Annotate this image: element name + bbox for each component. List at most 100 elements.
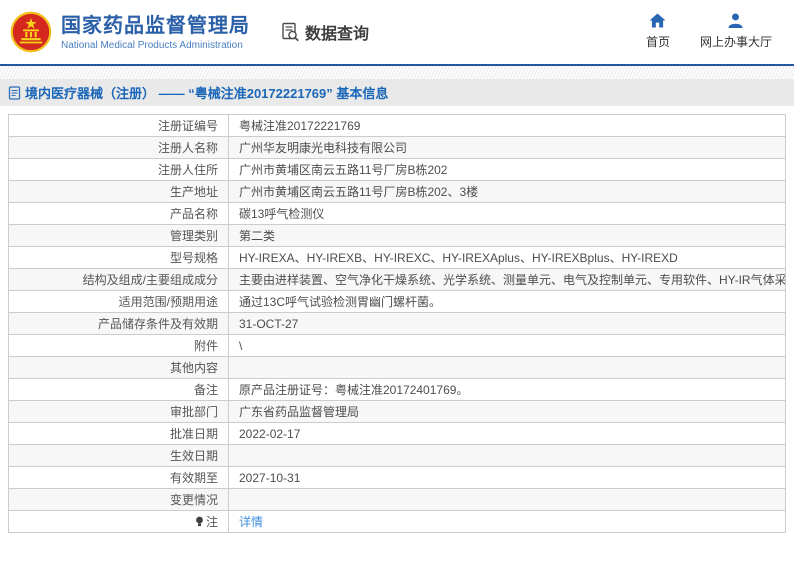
row-label-text: 生效日期 xyxy=(169,449,218,463)
row-label-text: 生产地址 xyxy=(169,185,218,199)
row-value: 详情 xyxy=(228,510,786,533)
row-value-text: HY-IREXA、HY-IREXB、HY-IREXC、HY-IREXAplus、… xyxy=(239,251,678,265)
data-query-label: 数据查询 xyxy=(305,26,370,43)
table-row: 备注 原产品注册证号：粤械注准20172401769。 xyxy=(8,378,786,401)
row-value: HY-IREXA、HY-IREXB、HY-IREXC、HY-IREXAplus、… xyxy=(228,246,786,269)
row-label-text: 注册人住所 xyxy=(157,163,218,177)
row-value: 通过13C呼气试验检测胃幽门螺杆菌。 xyxy=(228,290,786,313)
table-row: 变更情况 xyxy=(8,488,786,511)
row-label: 适用范围/预期用途 xyxy=(8,290,229,313)
row-label-text: 批准日期 xyxy=(169,427,218,441)
row-label-text: 其他内容 xyxy=(169,361,218,375)
row-label: 注册人住所 xyxy=(8,158,229,181)
row-label-text: 结构及组成/主要组成成分 xyxy=(82,273,218,287)
table-row: 有效期至 2027-10-31 xyxy=(8,466,786,489)
table-wrap: 注册证编号 粤械注准20172221769 注册人名称 广州华友明康光电科技有限公司注… xyxy=(8,114,786,533)
row-value-text: 2022-02-17 xyxy=(239,426,301,441)
row-label-text: 附件 xyxy=(193,339,218,353)
row-value-text: 主要由进样装置、空气净化干燥系统、光学系统、测量单元、电气及控制单元、专用软件、… xyxy=(239,273,786,287)
row-value: 粤械注准20172221769 xyxy=(228,114,786,137)
row-label: 管理类别 xyxy=(8,224,229,247)
nav-online-service[interactable]: 网上办事大厅 xyxy=(700,13,772,50)
breadcrumb: 境内医疗器械（注册） —— “粤械注准20172221769” 基本信息 xyxy=(0,79,794,106)
table-row: 批准日期 2022-02-17 xyxy=(8,422,786,445)
site-subtitle: National Medical Products Administration xyxy=(61,39,243,51)
breadcrumb-text: 境内医疗器械（注册） —— “粤械注准20172221769” 基本信息 xyxy=(25,86,389,101)
table-row: 其他内容 xyxy=(8,356,786,379)
bulb-icon xyxy=(196,516,203,527)
row-value-text: 原产品注册证号：粤械注准20172401769。 xyxy=(239,383,469,397)
table-row: 产品名称 碳13呼气检测仪 xyxy=(8,202,786,225)
home-icon xyxy=(650,13,666,28)
table-row: 生产地址 广州市黄埔区南云五路11号厂房B栋202、3楼 xyxy=(8,180,786,203)
user-icon xyxy=(728,13,744,28)
table-row: 管理类别 第二类 xyxy=(8,224,786,247)
header: 国家药品监督管理局 National Medical Products Admi… xyxy=(0,0,794,66)
row-value-text: 第二类 xyxy=(239,229,276,243)
row-value: 广州华友明康光电科技有限公司 xyxy=(228,136,786,159)
row-value-text: \ xyxy=(239,338,243,353)
row-label-text: 注册证编号 xyxy=(157,119,218,133)
logo-group: 国家药品监督管理局 National Medical Products Admi… xyxy=(10,11,250,53)
table-row: 审批部门 广东省药品监督管理局 xyxy=(8,400,786,423)
row-value xyxy=(228,444,786,467)
table-row: 适用范围/预期用途 通过13C呼气试验检测胃幽门螺杆菌。 xyxy=(8,290,786,313)
row-value-text: 通过13C呼气试验检测胃幽门螺杆菌。 xyxy=(239,295,442,309)
table-body: 注册证编号 粤械注准20172221769 注册人名称 广州华友明康光电科技有限公司注… xyxy=(8,114,786,533)
row-label: 注册证编号 xyxy=(8,114,229,137)
row-value-text: 碳13呼气检测仪 xyxy=(239,207,325,221)
stripe-band xyxy=(0,66,794,79)
row-label: 批准日期 xyxy=(8,422,229,445)
data-query-tab[interactable]: 数据查询 xyxy=(280,20,369,44)
row-label-text: 注 xyxy=(205,515,218,529)
row-label: 附件 xyxy=(8,334,229,357)
row-value: 广州市黄埔区南云五路11号厂房B栋202、3楼 xyxy=(228,180,786,203)
table-row: 型号规格 HY-IREXA、HY-IREXB、HY-IREXC、HY-IREXAp… xyxy=(8,246,786,269)
row-value-text: 粤械注准20172221769 xyxy=(239,119,361,133)
row-value: 第二类 xyxy=(228,224,786,247)
nav-online-service-label: 网上办事大厅 xyxy=(699,35,772,49)
row-label-text: 适用范围/预期用途 xyxy=(118,295,218,309)
row-label-text: 管理类别 xyxy=(169,229,218,243)
row-label: 产品名称 xyxy=(8,202,229,225)
header-nav: 首页 网上办事大厅 xyxy=(646,13,772,50)
table-row: 结构及组成/主要组成成分 主要由进样装置、空气净化干燥系统、光学系统、测量单元、电… xyxy=(8,268,786,291)
national-emblem-icon xyxy=(10,11,52,53)
row-label-text: 审批部门 xyxy=(169,405,218,419)
table-row: 注册证编号 粤械注准20172221769 xyxy=(8,114,786,137)
nav-home[interactable]: 首页 xyxy=(646,13,670,50)
row-value: 原产品注册证号：粤械注准20172401769。 xyxy=(228,378,786,401)
row-value-text: 广州华友明康光电科技有限公司 xyxy=(239,141,408,155)
row-label: 有效期至 xyxy=(8,466,229,489)
row-label: 注 xyxy=(8,510,229,533)
row-value: 主要由进样装置、空气净化干燥系统、光学系统、测量单元、电气及控制单元、专用软件、… xyxy=(228,268,786,291)
table-row: 产品储存条件及有效期 31-OCT-27 xyxy=(8,312,786,335)
registration-info-table: 注册证编号 粤械注准20172221769 注册人名称 广州华友明康光电科技有限公司注… xyxy=(8,114,786,533)
table-row: 生效日期 xyxy=(8,444,786,467)
detail-link[interactable]: 详情 xyxy=(239,515,263,529)
row-label: 型号规格 xyxy=(8,246,229,269)
row-label: 注册人名称 xyxy=(8,136,229,159)
row-value-text: 广州市黄埔区南云五路11号厂房B栋202 xyxy=(239,163,448,177)
row-value: \ xyxy=(228,334,786,357)
row-value: 广州市黄埔区南云五路11号厂房B栋202 xyxy=(228,158,786,181)
table-row: 附件 \ xyxy=(8,334,786,357)
row-label: 备注 xyxy=(8,378,229,401)
row-value: 碳13呼气检测仪 xyxy=(228,202,786,225)
row-label: 其他内容 xyxy=(8,356,229,379)
nav-home-label: 首页 xyxy=(645,35,670,49)
row-value-text: 广州市黄埔区南云五路11号厂房B栋202、3楼 xyxy=(239,185,479,199)
row-label-text: 型号规格 xyxy=(169,251,218,265)
document-search-icon xyxy=(282,22,299,42)
row-value xyxy=(228,488,786,511)
row-value: 2027-10-31 xyxy=(228,466,786,489)
row-label-text: 产品名称 xyxy=(169,207,218,221)
row-value: 2022-02-17 xyxy=(228,422,786,445)
row-label: 结构及组成/主要组成成分 xyxy=(8,268,229,291)
row-label-text: 变更情况 xyxy=(169,493,218,507)
row-label-text: 注册人名称 xyxy=(157,141,218,155)
row-label: 审批部门 xyxy=(8,400,229,423)
row-label-text: 有效期至 xyxy=(169,471,218,485)
row-value: 广东省药品监督管理局 xyxy=(228,400,786,423)
row-label: 变更情况 xyxy=(8,488,229,511)
